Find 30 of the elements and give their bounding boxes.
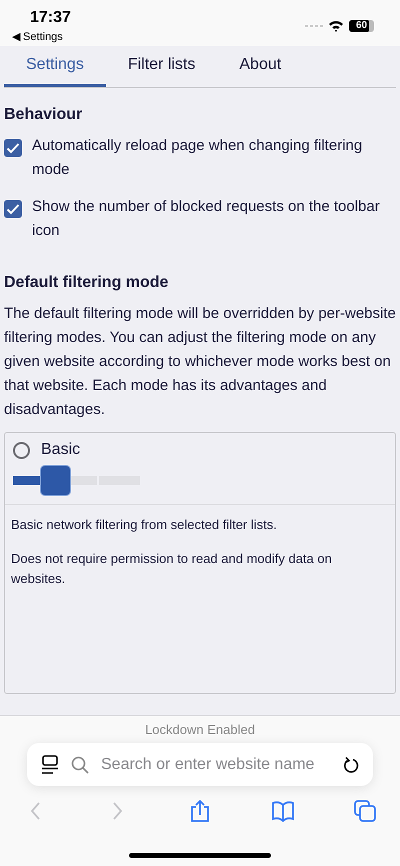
description-text: The default filtering mode will be overridden by per-website filtering modes. You can adjust the filtering mode on any given website according to whichever mode works best on that website. Each mode has its advantages and disadvantages. (4, 304, 396, 420)
checkbox[interactable] (4, 139, 22, 157)
tab[interactable]: Filter lists (106, 46, 218, 87)
status-time: 17:37 (30, 9, 71, 27)
wifi-icon (328, 20, 344, 32)
search-icon (71, 756, 89, 774)
share-icon[interactable] (189, 800, 211, 822)
section-heading: Behaviour (4, 106, 84, 124)
slider-thumb[interactable] (40, 465, 71, 496)
signal-icon (305, 24, 323, 28)
tab[interactable]: About (217, 46, 304, 87)
page-menu-icon[interactable] (41, 754, 59, 774)
search-field[interactable]: Search or enter website name (101, 756, 331, 774)
battery-level: 60 (354, 20, 370, 32)
tab[interactable]: Settings (4, 46, 106, 87)
section-heading: Default filtering mode (4, 274, 170, 292)
option-label: Show the number of blocked requests on the toolbar icon (32, 197, 381, 241)
mode-slider[interactable] (13, 465, 140, 496)
reload-icon[interactable] (343, 756, 359, 774)
address-bar[interactable]: Search or enter website name (27, 743, 373, 786)
lockdown-label: Lockdown Enabled (145, 722, 255, 737)
mode-label: Basic (41, 441, 80, 459)
radio-button[interactable] (13, 442, 30, 458)
book-icon[interactable] (272, 800, 294, 822)
checkbox[interactable] (4, 200, 22, 218)
mode-description: Does not require permission to read and modify data on websites. (11, 550, 333, 588)
option-label: Automatically reload page when changing filtering mode (32, 136, 364, 180)
tabs-icon[interactable] (354, 800, 376, 822)
back-to-app-link[interactable]: ◀ Settings (12, 30, 63, 43)
mode-description: Basic network filtering from selected filter lists. (11, 516, 278, 534)
